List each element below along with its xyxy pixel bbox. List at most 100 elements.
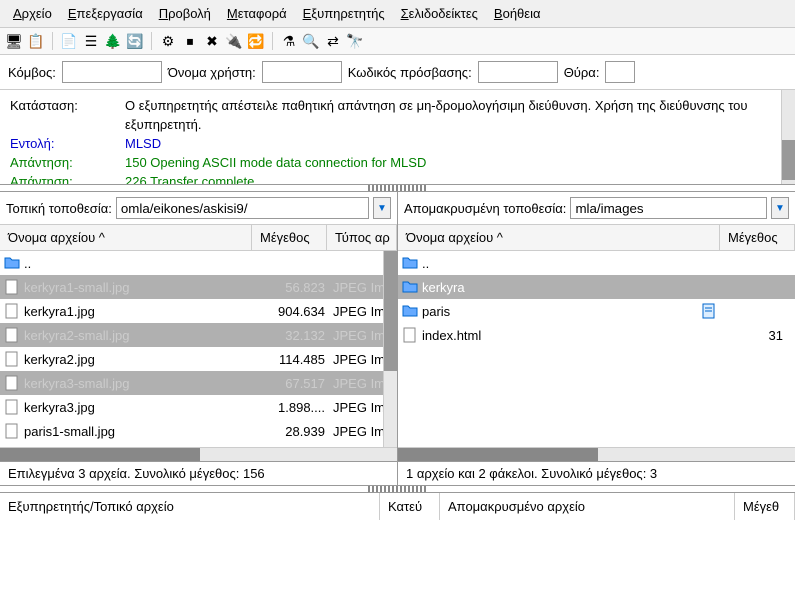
local-col-name[interactable]: Όνομα αρχείου ^ — [0, 225, 252, 250]
toolbar-separator — [151, 32, 152, 50]
log-scrollbar[interactable] — [781, 90, 795, 184]
refresh-icon[interactable]: 🔄 — [126, 32, 144, 50]
log-text: Ο εξυπηρετητής απέστειλε παθητική απάντη… — [125, 96, 785, 134]
file-name: kerkyra1-small.jpg — [24, 280, 263, 295]
remote-hscroll[interactable] — [398, 447, 795, 461]
file-name: kerkyra1.jpg — [24, 304, 263, 319]
file-row[interactable]: paris — [398, 299, 795, 323]
remote-path-input[interactable] — [570, 197, 767, 219]
local-vscroll[interactable] — [383, 251, 397, 447]
folder-icon — [402, 255, 418, 271]
file-icon — [4, 327, 20, 343]
file-row[interactable]: kerkyra3.jpg1.898....JPEG Im — [0, 395, 397, 419]
log-text: MLSD — [125, 134, 785, 153]
filter-icon[interactable]: ⚗ — [280, 32, 298, 50]
file-name: kerkyra3.jpg — [24, 400, 263, 415]
toolbar: 🖥📋 📄☰🌲🔄 ⚙⏹✖🔌🔁 ⚗🔍⇄🔭 — [0, 28, 795, 55]
menu-μεταφορά[interactable]: Μεταφορά — [219, 3, 295, 24]
file-row[interactable]: kerkyra2-small.jpg32.132JPEG Im — [0, 323, 397, 347]
search-icon[interactable]: 🔍 — [302, 32, 320, 50]
message-log: Κατάσταση:Ο εξυπηρετητής απέστειλε παθητ… — [0, 90, 795, 185]
sitemanager-icon[interactable]: 📋 — [27, 32, 45, 50]
username-input[interactable] — [262, 61, 342, 83]
file-row[interactable]: kerkyra2.jpg114.485JPEG Im — [0, 347, 397, 371]
stop-icon[interactable]: ⏹ — [181, 32, 199, 50]
local-columns: Όνομα αρχείου ^ Μέγεθος Τύπος αρ — [0, 225, 397, 251]
server-icon[interactable]: 🖥 — [5, 32, 23, 50]
tree-icon[interactable]: 🌲 — [104, 32, 122, 50]
transfer-queue-header: Εξυπηρετητής/Τοπικό αρχείο Κατεύ Απομακρ… — [0, 492, 795, 520]
folder-icon — [402, 303, 418, 319]
file-row[interactable]: paris1-small.jpg28.939JPEG Im — [0, 419, 397, 443]
file-size: 32.132 — [263, 328, 333, 343]
file-size: 67.517 — [263, 376, 333, 391]
remote-site-label: Απομακρυσμένη τοποθεσία: — [404, 201, 566, 216]
file-row[interactable]: kerkyra1-small.jpg56.823JPEG Im — [0, 275, 397, 299]
port-input[interactable] — [605, 61, 635, 83]
file-name: kerkyra2-small.jpg — [24, 328, 263, 343]
list-icon[interactable]: ☰ — [82, 32, 100, 50]
local-site-label: Τοπική τοποθεσία: — [6, 201, 112, 216]
file-icon — [4, 279, 20, 295]
file-icon — [402, 327, 418, 343]
remote-col-name[interactable]: Όνομα αρχείου ^ — [398, 225, 720, 250]
process-icon[interactable]: ⚙ — [159, 32, 177, 50]
host-label: Κόμβος: — [8, 65, 56, 80]
file-size: 31 — [721, 328, 791, 343]
file-icon — [4, 375, 20, 391]
file-size: 114.485 — [263, 352, 333, 367]
file-row[interactable]: kerkyra1.jpg904.634JPEG Im — [0, 299, 397, 323]
menu-εξυπηρετητής[interactable]: Εξυπηρετητής — [295, 3, 393, 24]
file-row[interactable]: kerkyra3-small.jpg67.517JPEG Im — [0, 371, 397, 395]
file-row[interactable]: kerkyra — [398, 275, 795, 299]
menu-προβολή[interactable]: Προβολή — [151, 3, 219, 24]
password-input[interactable] — [478, 61, 558, 83]
file-name: kerkyra2.jpg — [24, 352, 263, 367]
local-path-input[interactable] — [116, 197, 369, 219]
remote-file-list[interactable]: ..kerkyra paris index.html31 — [398, 251, 795, 447]
local-file-list[interactable]: ..kerkyra1-small.jpg56.823JPEG Imkerkyra… — [0, 251, 397, 447]
toolbar-separator — [272, 32, 273, 50]
file-name: kerkyra3-small.jpg — [24, 376, 263, 391]
disconnect-icon[interactable]: 🔌 — [225, 32, 243, 50]
file-name: index.html — [422, 328, 721, 343]
port-label: Θύρα: — [564, 65, 600, 80]
file-name: .. — [24, 256, 263, 271]
host-input[interactable] — [62, 61, 162, 83]
local-pane: Τοπική τοποθεσία: ▼ Όνομα αρχείου ^ Μέγε… — [0, 192, 398, 486]
queue-col-size[interactable]: Μέγεθ — [735, 493, 795, 520]
compare-icon[interactable]: ⇄ — [324, 32, 342, 50]
file-name: paris — [422, 304, 701, 319]
queue-col-remote[interactable]: Απομακρυσμένο αρχείο — [440, 493, 735, 520]
local-path-dropdown[interactable]: ▼ — [373, 197, 391, 219]
menu-αρχείο[interactable]: Αρχείο — [5, 3, 60, 24]
remote-col-size[interactable]: Μέγεθος — [720, 225, 795, 250]
remote-status: 1 αρχείο και 2 φάκελοι. Συνολικό μέγεθος… — [398, 461, 795, 486]
log-entry: Απάντηση:150 Opening ASCII mode data con… — [10, 153, 785, 172]
binoculars-icon[interactable]: 🔭 — [346, 32, 364, 50]
reconnect-icon[interactable]: 🔁 — [247, 32, 265, 50]
folder-icon — [402, 279, 418, 295]
folder-icon — [4, 255, 20, 271]
file-size: 28.939 — [263, 424, 333, 439]
file-icon — [4, 399, 20, 415]
local-col-type[interactable]: Τύπος αρ — [327, 225, 397, 250]
queue-col-direction[interactable]: Κατεύ — [380, 493, 440, 520]
page-icon[interactable]: 📄 — [60, 32, 78, 50]
file-row[interactable]: index.html31 — [398, 323, 795, 347]
file-icon — [4, 351, 20, 367]
menu-επεξεργασία[interactable]: Επεξεργασία — [60, 3, 151, 24]
queue-col-server[interactable]: Εξυπηρετητής/Τοπικό αρχείο — [0, 493, 380, 520]
remote-path-dropdown[interactable]: ▼ — [771, 197, 789, 219]
log-label: Εντολή: — [10, 134, 125, 153]
local-hscroll[interactable] — [0, 447, 397, 461]
file-row[interactable]: .. — [398, 251, 795, 275]
menu-βοήθεια[interactable]: Βοήθεια — [486, 3, 549, 24]
log-text: 150 Opening ASCII mode data connection f… — [125, 153, 785, 172]
menu-σελιδοδείκτες[interactable]: Σελιδοδείκτες — [393, 3, 486, 24]
toolbar-separator — [52, 32, 53, 50]
local-col-size[interactable]: Μέγεθος — [252, 225, 327, 250]
cancel-icon[interactable]: ✖ — [203, 32, 221, 50]
file-row[interactable]: .. — [0, 251, 397, 275]
file-size: 904.634 — [263, 304, 333, 319]
